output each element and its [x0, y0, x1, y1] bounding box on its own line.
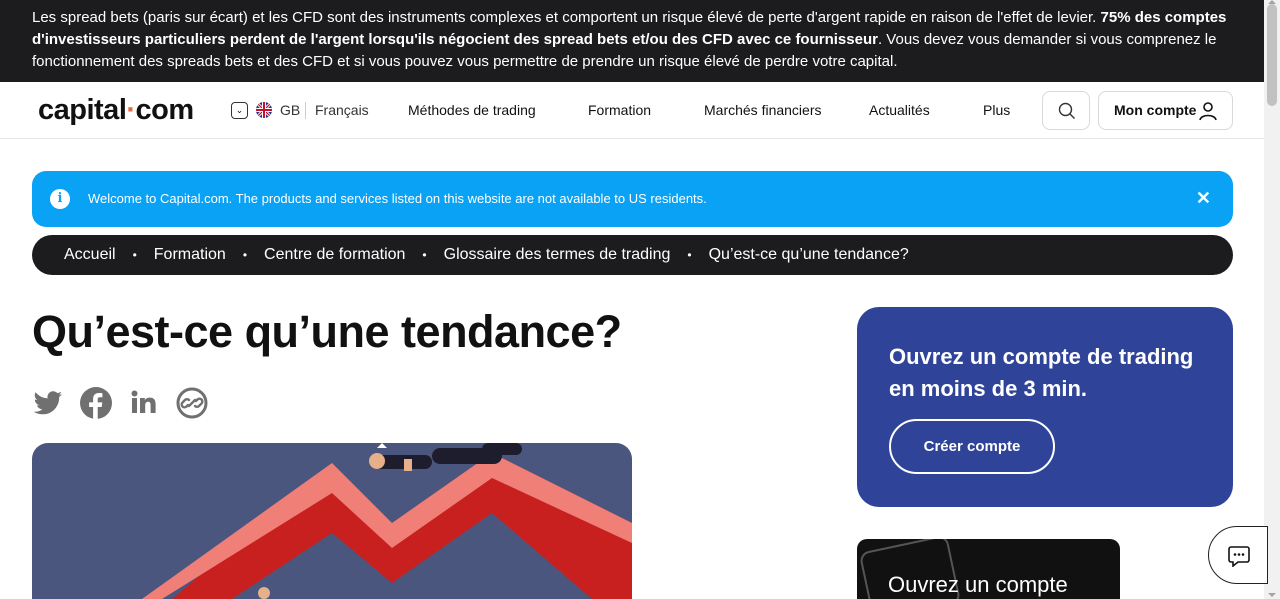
account-label: Mon compte: [1114, 102, 1197, 118]
open-account-card: Ouvrez un compte de trading en moins de …: [857, 307, 1233, 507]
language-divider: [305, 102, 306, 119]
account-button[interactable]: Mon compte: [1098, 91, 1233, 130]
region-code[interactable]: GB: [280, 102, 300, 118]
chevron-down-icon[interactable]: ⌄: [231, 102, 248, 119]
breadcrumb-separator: •: [422, 248, 427, 262]
scroll-down-arrow-icon[interactable]: [1268, 593, 1276, 597]
create-account-button[interactable]: Créer compte: [889, 419, 1055, 474]
copy-link-icon: [176, 387, 208, 419]
facebook-icon: [80, 387, 112, 419]
nav-item-trading-methods[interactable]: Méthodes de trading: [408, 102, 536, 118]
breadcrumb-home[interactable]: Accueil: [64, 246, 116, 264]
twitter-icon: [33, 391, 62, 415]
breadcrumb-current-page: Qu’est-ce qu’une tendance?: [708, 246, 909, 263]
nav-item-education[interactable]: Formation: [588, 102, 651, 118]
info-icon: i: [50, 189, 70, 209]
notice-message: Welcome to Capital.com. The products and…: [88, 191, 707, 206]
top-navigation: capital·com ⌄ GB Français Méthodes de tr…: [0, 82, 1264, 139]
us-residents-notice: i Welcome to Capital.com. The products a…: [32, 171, 1233, 227]
twitter-share-button[interactable]: [32, 387, 64, 419]
capital-com-logo[interactable]: capital·com: [38, 94, 194, 127]
logo-text-right: com: [135, 94, 195, 126]
page-title: Qu’est-ce qu’une tendance?: [32, 306, 622, 357]
risk-warning-banner: Les spread bets (paris sur écart) et les…: [0, 0, 1264, 82]
scrollbar-thumb[interactable]: [1267, 4, 1277, 106]
breadcrumb-separator: •: [687, 248, 692, 262]
breadcrumb-learning-center[interactable]: Centre de formation: [264, 246, 405, 264]
facebook-share-button[interactable]: [80, 387, 112, 419]
risk-text-start: Les spread bets (paris sur écart) et les…: [32, 9, 1101, 26]
logo-text-left: capital: [38, 94, 127, 126]
breadcrumb-separator: •: [242, 248, 248, 262]
search-button[interactable]: [1042, 91, 1090, 130]
chat-button[interactable]: [1208, 526, 1268, 584]
close-icon[interactable]: ✕: [1196, 188, 1211, 209]
language-selector[interactable]: Français: [315, 102, 369, 118]
linkedin-share-button[interactable]: [128, 387, 160, 419]
nav-item-news[interactable]: Actualités: [869, 102, 930, 118]
breadcrumb-education[interactable]: Formation: [154, 246, 226, 264]
page-scrollbar[interactable]: [1264, 0, 1280, 599]
breadcrumb-glossary[interactable]: Glossaire des termes de trading: [444, 246, 671, 264]
linkedin-icon: [131, 390, 156, 413]
logo-dot: ·: [126, 94, 136, 126]
user-icon: [1199, 102, 1217, 121]
cta-title: Ouvrez un compte de trading en moins de …: [889, 344, 1194, 401]
promo-text: Ouvrez un compte: [888, 572, 1068, 597]
nav-item-more[interactable]: Plus: [983, 102, 1010, 118]
search-icon: [1058, 102, 1075, 119]
nav-item-markets[interactable]: Marchés financiers: [704, 102, 822, 118]
article-hero-image: [32, 443, 632, 599]
breadcrumb-separator: •: [132, 248, 137, 262]
breadcrumb: Accueil • Formation • Centre de formatio…: [32, 235, 1233, 275]
uk-flag-icon: [256, 102, 272, 118]
copy-link-share-button[interactable]: [176, 387, 208, 419]
chat-icon: [1228, 546, 1250, 567]
promo-card[interactable]: Ouvrez un compte: [857, 539, 1120, 599]
